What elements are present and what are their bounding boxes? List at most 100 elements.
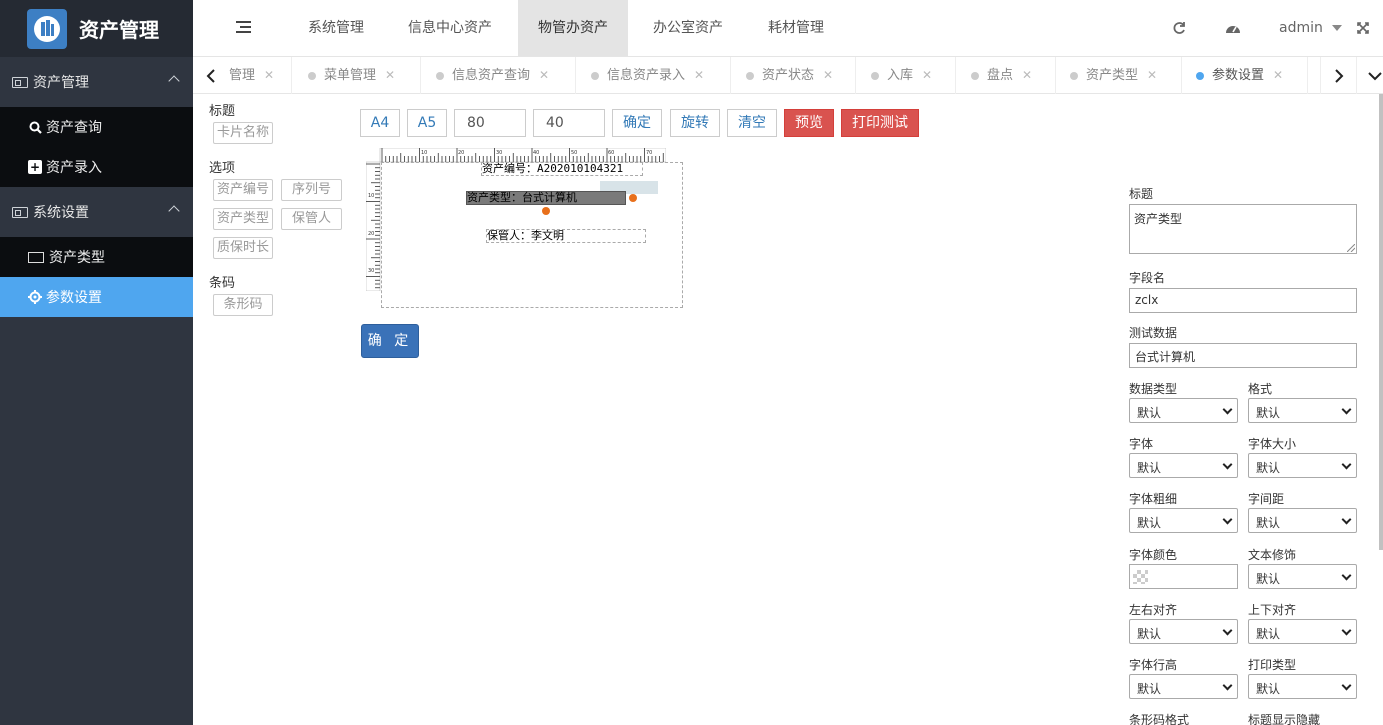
- sidebar-item-asset-type[interactable]: 资产类型: [0, 237, 193, 277]
- tab-dot-icon: [1070, 71, 1078, 80]
- close-icon[interactable]: ✕: [385, 68, 395, 82]
- prop-title-textarea[interactable]: 资产类型: [1129, 204, 1357, 254]
- tab-dot-icon: [871, 71, 879, 80]
- prop-font-select[interactable]: 默认: [1129, 453, 1238, 478]
- prop-test-input[interactable]: 台式计算机: [1129, 343, 1357, 368]
- user-menu[interactable]: admin: [1279, 0, 1343, 56]
- page-tab[interactable]: 入库 ✕: [856, 57, 956, 94]
- dashboard-icon[interactable]: [1225, 0, 1241, 56]
- close-icon[interactable]: ✕: [694, 68, 704, 82]
- tab-dot-icon: [591, 71, 599, 80]
- refresh-icon[interactable]: [1172, 0, 1186, 56]
- nav-tab-system[interactable]: 系统管理: [288, 0, 384, 56]
- ruler-top-label: 20: [458, 150, 464, 156]
- close-icon[interactable]: ✕: [1273, 68, 1283, 82]
- close-icon[interactable]: ✕: [539, 68, 549, 82]
- scrollbar[interactable]: [1379, 94, 1383, 550]
- menu-toggle-icon[interactable]: [236, 21, 251, 33]
- palette-item-custodian[interactable]: 保管人: [281, 208, 342, 230]
- page-tab[interactable]: 资产状态 ✕: [731, 57, 856, 94]
- sidebar-item-asset-entry[interactable]: + 资产录入: [0, 147, 193, 187]
- page-tab-label: 信息资产查询: [452, 68, 531, 83]
- rotate-button[interactable]: 旋转: [670, 109, 720, 137]
- palette-item-asset-type[interactable]: 资产类型: [213, 208, 273, 230]
- preview-button[interactable]: 预览: [784, 109, 834, 137]
- tab-dot-icon: [746, 71, 754, 80]
- prop-fontweight-select[interactable]: 默认: [1129, 508, 1238, 533]
- prop-test-label: 测试数据: [1129, 326, 1178, 340]
- chevron-right-icon[interactable]: [1320, 57, 1356, 94]
- close-icon[interactable]: ✕: [922, 68, 932, 82]
- chevron-down-icon: [1222, 625, 1233, 636]
- width-input[interactable]: 80: [454, 109, 526, 137]
- palette-item-barcode[interactable]: 条形码: [213, 294, 273, 316]
- gear-icon: [28, 290, 42, 304]
- page-tab[interactable]: 管理 ✕: [229, 57, 292, 94]
- resize-handle-bottom[interactable]: [542, 207, 550, 215]
- prop-fontsize-select[interactable]: 默认: [1248, 453, 1357, 478]
- palette-item-card-name[interactable]: 卡片名称: [213, 122, 273, 144]
- prop-textdecoration-select[interactable]: 默认: [1248, 564, 1357, 589]
- confirm-button[interactable]: 确 定: [361, 324, 419, 358]
- top-navbar: 系统管理 信息中心资产 物管办资产 办公室资产 耗材管理 admin: [193, 0, 1383, 57]
- palette-item-serial[interactable]: 序列号: [281, 179, 342, 201]
- canvas-field-asset-no[interactable]: 资产编号：A202010104321: [481, 162, 643, 176]
- fullscreen-icon[interactable]: [1357, 0, 1369, 56]
- nav-tab-info-center[interactable]: 信息中心资产: [388, 0, 512, 56]
- chevron-left-icon[interactable]: [193, 57, 229, 94]
- page-tab-active[interactable]: 参数设置 ✕: [1182, 57, 1308, 94]
- chevron-down-icon: [1222, 514, 1233, 525]
- prop-datatype-select[interactable]: 默认: [1129, 398, 1238, 423]
- page-tab[interactable]: 菜单管理 ✕: [292, 57, 421, 94]
- nav-tab-property-office[interactable]: 物管办资产: [518, 0, 628, 56]
- prop-halign-select[interactable]: 默认: [1129, 619, 1238, 644]
- confirm-size-button[interactable]: 确定: [612, 109, 662, 137]
- page-tab[interactable]: 信息资产录入 ✕: [576, 57, 731, 94]
- ruler-top-label: 30: [496, 150, 502, 156]
- prop-printtype-select[interactable]: 默认: [1248, 674, 1357, 699]
- label-page-area[interactable]: 资产编号：A202010104321 资产类型：台式计算机 保管人：李文明: [381, 162, 683, 308]
- a5-button[interactable]: A5: [407, 109, 447, 137]
- close-icon[interactable]: ✕: [1147, 68, 1157, 82]
- page-tab-label: 盘点: [987, 68, 1014, 83]
- canvas-field-asset-type[interactable]: 资产类型：台式计算机: [466, 191, 626, 205]
- prop-fontcolor-picker[interactable]: [1129, 564, 1238, 589]
- print-test-button[interactable]: 打印测试: [841, 109, 919, 137]
- resize-grip-icon[interactable]: [1347, 244, 1355, 252]
- sidebar-group-asset-mgmt[interactable]: 资产管理: [0, 57, 193, 107]
- prop-field-input[interactable]: zclx: [1129, 288, 1357, 313]
- page-tab[interactable]: 信息资产查询 ✕: [421, 57, 576, 94]
- prop-valign-select[interactable]: 默认: [1248, 619, 1357, 644]
- prop-format-select[interactable]: 默认: [1248, 398, 1357, 423]
- sidebar-item-label: 参数设置: [46, 290, 102, 306]
- palette-options-header: 选项: [209, 161, 236, 176]
- clear-button[interactable]: 清空: [727, 109, 777, 137]
- search-icon: [28, 120, 42, 134]
- close-icon[interactable]: ✕: [264, 68, 274, 82]
- prop-fontsize-label: 字体大小: [1248, 437, 1297, 451]
- sidebar-group-system-settings[interactable]: 系统设置: [0, 187, 193, 237]
- ruler-top-label: 50: [571, 150, 577, 156]
- nav-tab-consumables[interactable]: 耗材管理: [748, 0, 844, 56]
- page-tab[interactable]: 盘点 ✕: [956, 57, 1056, 94]
- close-icon[interactable]: ✕: [1022, 68, 1032, 82]
- prop-fontweight-label: 字体粗细: [1129, 492, 1178, 506]
- close-icon[interactable]: ✕: [823, 68, 833, 82]
- prop-lineheight-select[interactable]: 默认: [1129, 674, 1238, 699]
- page-tab[interactable]: 资产类型 ✕: [1056, 57, 1182, 94]
- chevron-down-icon[interactable]: [1356, 57, 1383, 94]
- nav-tab-office[interactable]: 办公室资产: [633, 0, 743, 56]
- resize-handle-right[interactable]: [629, 194, 637, 202]
- palette-item-warranty[interactable]: 质保时长: [213, 237, 273, 259]
- prop-letterspacing-select[interactable]: 默认: [1248, 508, 1357, 533]
- sidebar-item-asset-query[interactable]: 资产查询: [0, 107, 193, 147]
- tab-dot-icon: [971, 71, 979, 80]
- tab-dot-icon: [308, 71, 316, 80]
- height-input[interactable]: 40: [533, 109, 605, 137]
- select-value: 默认: [1256, 516, 1281, 530]
- canvas-field-custodian[interactable]: 保管人：李文明: [486, 229, 646, 243]
- a4-button[interactable]: A4: [360, 109, 400, 137]
- select-value: 默认: [1256, 406, 1281, 420]
- palette-item-asset-no[interactable]: 资产编号: [213, 179, 273, 201]
- sidebar-item-param-settings[interactable]: 参数设置: [0, 277, 193, 317]
